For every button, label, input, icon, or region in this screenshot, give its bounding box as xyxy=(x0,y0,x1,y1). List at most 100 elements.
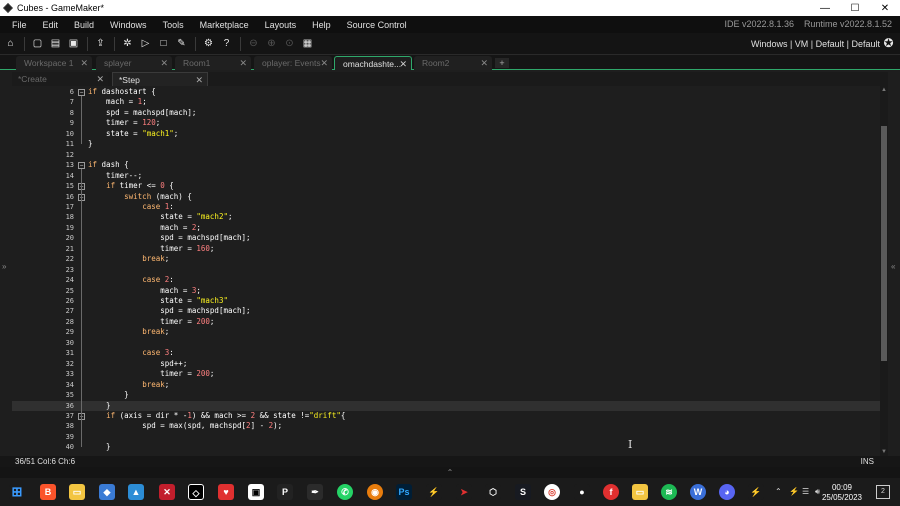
code-line[interactable]: 10 state = "mach1"; xyxy=(12,129,880,140)
code-line[interactable]: 20 spd = machspd[mach]; xyxy=(12,233,880,244)
right-dock-expand-icon[interactable]: « xyxy=(891,262,899,272)
app-icon-bolt[interactable]: ⚡ xyxy=(426,484,442,500)
app-icon-x[interactable]: ✕ xyxy=(159,484,175,500)
code-line[interactable]: 27 spd = machspd[mach]; xyxy=(12,306,880,317)
fold-toggle-icon[interactable]: − xyxy=(78,89,85,96)
code-editor[interactable]: 6− if dashostart {7 mach = 1; 8 spd = mach… xyxy=(12,86,880,456)
code-line[interactable]: 31 case 3: xyxy=(12,348,880,359)
workspace-tab-room2[interactable]: Room2 ✕ xyxy=(414,56,492,70)
add-tab-icon[interactable]: + xyxy=(495,58,509,68)
code-line[interactable]: 33 timer = 200; xyxy=(12,369,880,380)
code-line[interactable]: 19 mach = 2; xyxy=(12,223,880,234)
code-line[interactable]: 22 break; xyxy=(12,254,880,265)
maximize-button[interactable]: ☐ xyxy=(840,0,870,16)
windows-start-icon[interactable]: ⊞ xyxy=(9,484,25,500)
open-project-icon[interactable]: ▤ xyxy=(48,36,63,51)
tray-chevron-icon[interactable]: ⌃ xyxy=(775,478,782,506)
code-line[interactable]: 9 timer = 120; xyxy=(12,118,880,129)
code-line[interactable]: 11} xyxy=(12,139,880,150)
app-icon-pen[interactable]: ✒ xyxy=(307,484,323,500)
wifi-icon[interactable]: ☰ xyxy=(802,478,809,506)
close-window-button[interactable]: ✕ xyxy=(870,0,900,16)
app-icon-p[interactable]: P xyxy=(277,484,293,500)
code-line[interactable]: 32 spd++; xyxy=(12,359,880,370)
scroll-down-icon[interactable]: ▼ xyxy=(880,448,888,456)
obs-icon[interactable]: ● xyxy=(574,484,590,500)
app-icon-twitch[interactable]: ▣ xyxy=(248,484,264,500)
blender-icon[interactable]: ◉ xyxy=(367,484,383,500)
code-line[interactable]: 36 } xyxy=(12,400,880,411)
photoshop-icon[interactable]: Ps xyxy=(396,484,412,500)
code-line[interactable]: 35 } xyxy=(12,390,880,401)
code-line[interactable]: 16− switch (mach) { xyxy=(12,192,880,203)
run-icon[interactable]: ▷ xyxy=(138,36,153,51)
code-line[interactable]: 25 mach = 3; xyxy=(12,286,880,297)
clean-icon[interactable]: ✎ xyxy=(174,36,189,51)
code-line[interactable]: 7 mach = 1; xyxy=(12,97,880,108)
chrome-icon[interactable]: ◎ xyxy=(544,484,560,500)
close-tab-icon[interactable]: ✕ xyxy=(96,72,104,86)
menu-edit[interactable]: Edit xyxy=(35,20,67,30)
zoom-out-icon[interactable]: ⊖ xyxy=(246,36,261,51)
fit-window-icon[interactable]: ▦ xyxy=(300,36,315,51)
gamemaker-taskbar-icon[interactable]: ◇ xyxy=(188,484,204,500)
close-tab-icon[interactable]: ✕ xyxy=(160,56,168,70)
spotify-icon[interactable]: ≋ xyxy=(661,484,677,500)
code-line[interactable]: 12 xyxy=(12,150,880,161)
code-line[interactable]: 24 case 2: xyxy=(12,275,880,286)
home-icon[interactable]: ⌂ xyxy=(3,36,18,51)
code-line[interactable]: 26 state = "mach3" xyxy=(12,296,880,307)
code-line[interactable]: 23 xyxy=(12,265,880,276)
help-icon[interactable]: ? xyxy=(219,36,234,51)
unity-icon[interactable]: ⬡ xyxy=(485,484,501,500)
app-icon-red-circle[interactable]: f xyxy=(603,484,619,500)
debug-icon[interactable]: ✲ xyxy=(120,36,135,51)
target-selector[interactable]: Windows | VM | Default | Default xyxy=(751,33,880,55)
zoom-in-icon[interactable]: ⊕ xyxy=(264,36,279,51)
app-icon-arrow[interactable]: ➤ xyxy=(456,484,472,500)
close-tab-icon[interactable]: ✕ xyxy=(80,56,88,70)
close-tab-icon[interactable]: ✕ xyxy=(195,73,203,87)
editor-vertical-scrollbar[interactable]: ▲ ▼ xyxy=(880,86,888,456)
code-line[interactable]: 14 timer--; xyxy=(12,171,880,182)
close-tab-icon[interactable]: ✕ xyxy=(320,56,328,70)
menu-help[interactable]: Help xyxy=(304,20,339,30)
code-line[interactable]: 21 timer = 160; xyxy=(12,244,880,255)
system-clock[interactable]: 00:09 25/05/2023 xyxy=(822,483,862,503)
code-line[interactable]: 38 spd = max(spd, machspd[2] - 2); xyxy=(12,421,880,432)
folder-icon[interactable]: ▭ xyxy=(632,484,648,500)
stop-icon[interactable]: □ xyxy=(156,36,171,51)
scroll-up-icon[interactable]: ▲ xyxy=(880,86,888,94)
workspace-tab-omachdashte[interactable]: omachdashte... ✕ xyxy=(334,56,412,70)
app-icon-w[interactable]: W xyxy=(690,484,706,500)
close-tab-icon[interactable]: ✕ xyxy=(239,56,247,70)
target-settings-icon[interactable]: ✪ xyxy=(881,36,896,51)
menu-tools[interactable]: Tools xyxy=(155,20,192,30)
close-tab-icon[interactable]: ✕ xyxy=(399,57,407,71)
menu-file[interactable]: File xyxy=(0,20,35,30)
output-panel-expand-icon[interactable]: ⌃ xyxy=(0,467,900,478)
export-icon[interactable]: ⇪ xyxy=(93,36,108,51)
app-icon-photos[interactable]: ▲ xyxy=(128,484,144,500)
minimize-button[interactable]: — xyxy=(810,0,840,16)
file-explorer-icon[interactable]: ▭ xyxy=(69,484,85,500)
close-tab-icon[interactable]: ✕ xyxy=(480,56,488,70)
app-icon-bolt2[interactable]: ⚡ xyxy=(748,484,764,500)
menu-source-control[interactable]: Source Control xyxy=(339,20,415,30)
workspace-tab-workspace1[interactable]: Workspace 1 ✕ xyxy=(16,56,92,70)
code-line[interactable]: 6− if dashostart { xyxy=(12,87,880,98)
code-line[interactable]: 18 state = "mach2"; xyxy=(12,212,880,223)
code-line[interactable]: 37− if (axis = dir * -1) && mach >= 2 &&… xyxy=(12,411,880,422)
volume-icon[interactable]: 🔊︎ xyxy=(815,478,820,506)
event-tab-create[interactable]: *Create ✕ xyxy=(12,72,108,86)
code-line[interactable]: 39 xyxy=(12,432,880,443)
left-dock-expand-icon[interactable]: » xyxy=(2,262,10,272)
menu-build[interactable]: Build xyxy=(66,20,102,30)
save-project-icon[interactable]: ▣ xyxy=(66,36,81,51)
workspace-tab-oplayer-events[interactable]: oplayer: Events ✕ xyxy=(254,56,332,70)
workspace-tab-room1[interactable]: Room1 ✕ xyxy=(175,56,251,70)
brave-browser-icon[interactable]: B xyxy=(40,484,56,500)
menu-windows[interactable]: Windows xyxy=(102,20,155,30)
fold-toggle-icon[interactable]: − xyxy=(78,162,85,170)
code-line[interactable]: 30 xyxy=(12,338,880,349)
